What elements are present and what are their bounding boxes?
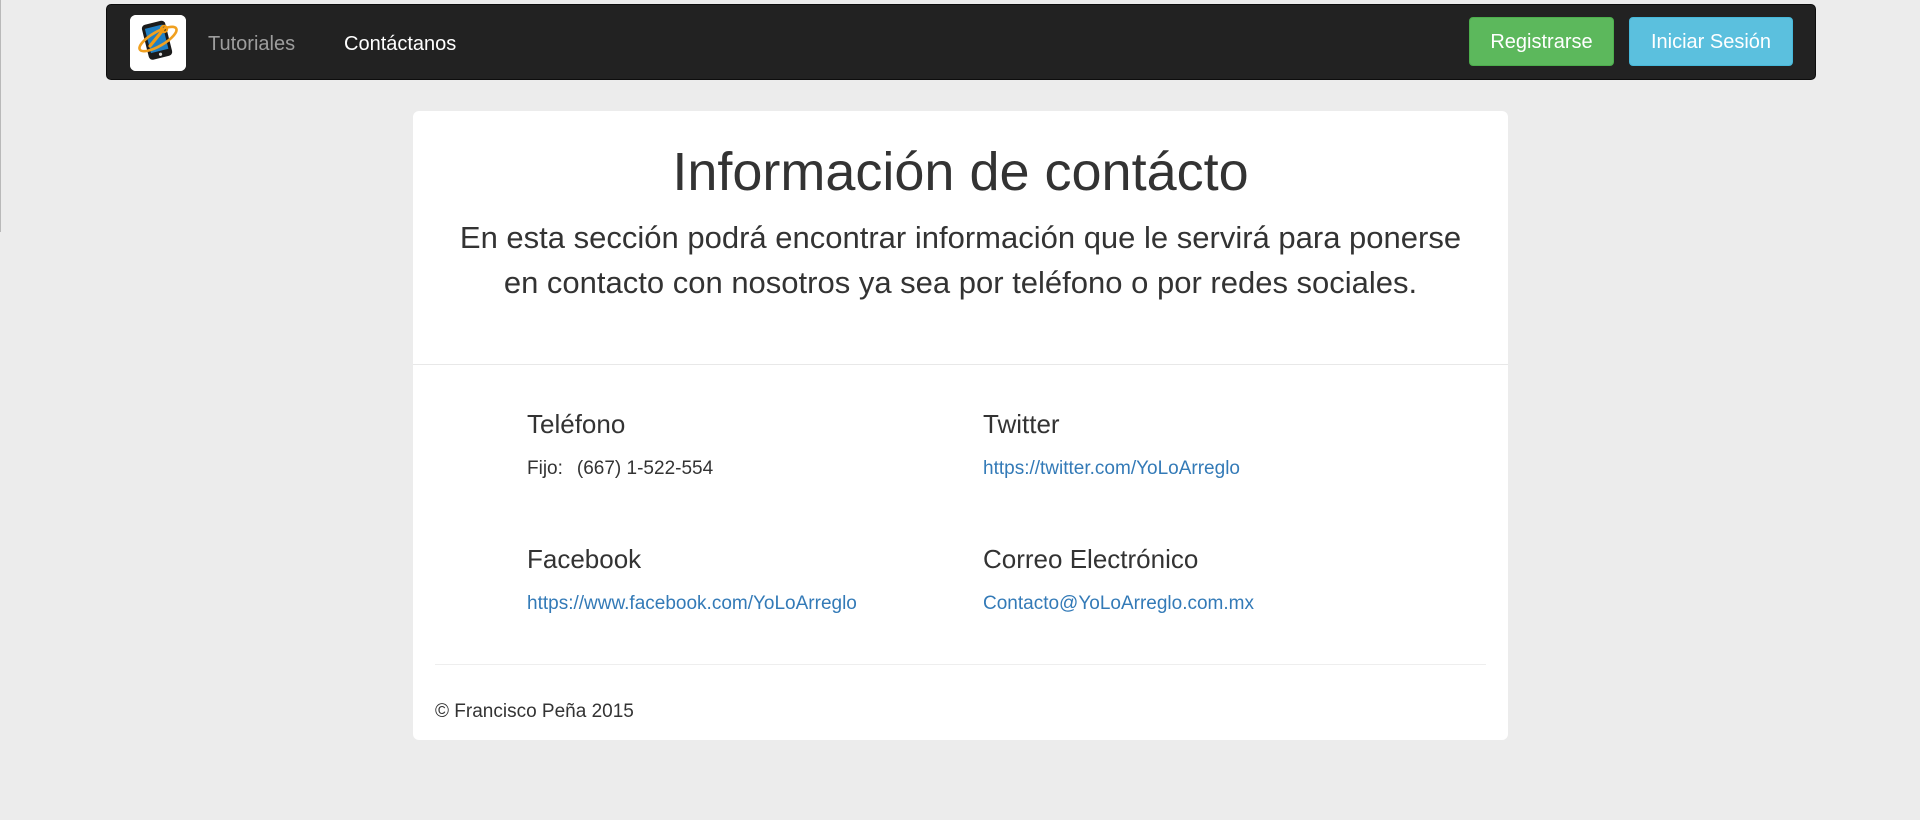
- mobilefix-logo-icon: [130, 15, 186, 71]
- footer-divider: [435, 664, 1486, 665]
- footer-copyright: © Francisco Peña 2015: [435, 701, 634, 722]
- register-button[interactable]: Registrarse: [1469, 17, 1614, 66]
- nav-link-contactanos[interactable]: Contáctanos: [344, 32, 456, 56]
- twitter-link[interactable]: https://twitter.com/YoLoArreglo: [983, 457, 1240, 481]
- contact-card: Información de contácto En esta sección …: [413, 111, 1508, 740]
- nav-link-tutoriales[interactable]: Tutoriales: [208, 32, 295, 56]
- window-left-edge: [0, 0, 1, 232]
- facebook-heading: Facebook: [527, 544, 642, 574]
- email-link[interactable]: Contacto@YoLoArreglo.com.mx: [983, 592, 1254, 616]
- facebook-link[interactable]: https://www.facebook.com/YoLoArreglo: [527, 592, 857, 616]
- login-button[interactable]: Iniciar Sesión: [1629, 17, 1793, 66]
- brand-logo[interactable]: [130, 15, 186, 71]
- email-heading: Correo Electrónico: [983, 544, 1199, 574]
- card-divider: [413, 364, 1508, 365]
- phone-heading: Teléfono: [527, 409, 626, 439]
- top-navbar: Tutoriales Contáctanos Registrarse Inici…: [106, 4, 1816, 80]
- phone-label: Fijo:: [527, 458, 563, 479]
- page-title: Información de contácto: [672, 142, 1249, 202]
- phone-number: (667) 1-522-554: [576, 458, 714, 479]
- phone-line: Fijo: (667) 1-522-554: [527, 457, 713, 481]
- twitter-heading: Twitter: [983, 409, 1060, 439]
- intro-text: En esta sección podrá encontrar informac…: [459, 220, 1462, 300]
